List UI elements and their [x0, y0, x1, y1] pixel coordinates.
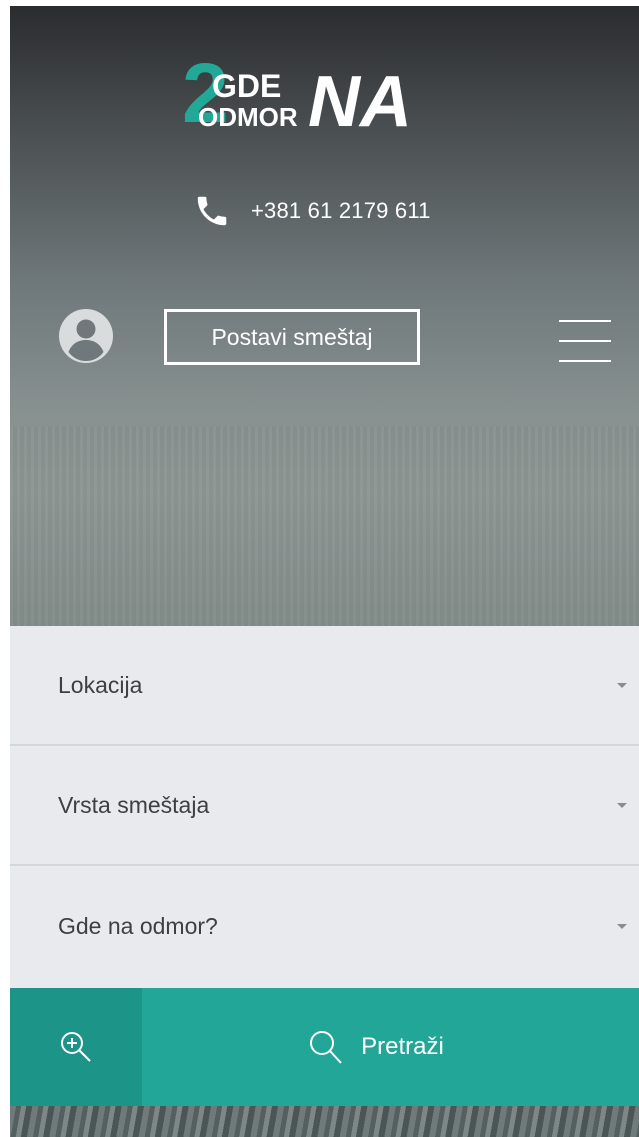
destination-select[interactable]: Gde na odmor? — [10, 866, 639, 986]
search-button-label: Pretraži — [361, 1033, 444, 1060]
hero-header: 2 GDE ODMOR NA +381 61 2179 611 Postavi … — [10, 6, 639, 626]
phone-number: +381 61 2179 611 — [251, 198, 431, 223]
logo-gde: GDE — [212, 68, 281, 104]
caret-down-icon — [617, 803, 627, 808]
search-button[interactable]: Pretraži — [142, 988, 639, 1106]
destination-select-label: Gde na odmor? — [58, 912, 218, 939]
accommodation-type-select[interactable]: Vrsta smeštaja — [10, 746, 639, 866]
phone-contact[interactable]: +381 61 2179 611 — [193, 191, 431, 231]
search-icon — [310, 1031, 342, 1064]
user-avatar-icon[interactable] — [58, 308, 114, 364]
caret-down-icon — [617, 683, 627, 688]
advanced-search-button[interactable] — [10, 988, 142, 1106]
logo-na: NA — [308, 62, 412, 136]
hamburger-menu-icon[interactable] — [559, 320, 611, 362]
search-form: Lokacija Vrsta smeštaja Gde na odmor? — [10, 626, 639, 988]
logo-odmor: ODMOR — [198, 102, 298, 132]
location-select[interactable]: Lokacija — [10, 626, 639, 746]
zoom-in-icon — [61, 1032, 91, 1062]
post-listing-button[interactable]: Postavi smeštaj — [164, 309, 420, 365]
app-frame: 2 GDE ODMOR NA +381 61 2179 611 Postavi … — [10, 6, 639, 1137]
post-listing-label: Postavi smeštaj — [211, 323, 373, 350]
background-image-strip — [10, 1106, 639, 1137]
location-select-label: Lokacija — [58, 671, 143, 698]
site-logo[interactable]: 2 GDE ODMOR NA — [182, 56, 482, 136]
accommodation-type-label: Vrsta smeštaja — [58, 791, 210, 818]
phone-icon — [197, 196, 227, 226]
caret-down-icon — [617, 924, 627, 929]
search-action-bar: Pretraži — [10, 988, 639, 1106]
